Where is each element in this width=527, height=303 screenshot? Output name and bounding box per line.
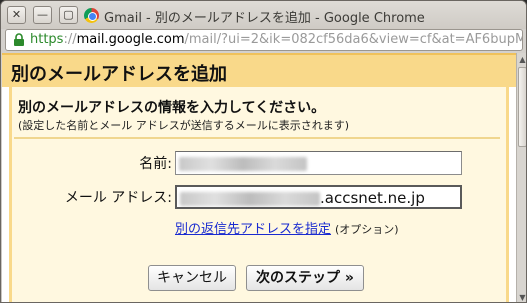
alt-reply-row: 別の返信先アドレスを指定 (オプション) (175, 218, 399, 237)
cancel-button[interactable]: キャンセル (148, 265, 236, 291)
dialog-header: 別のメールアドレスを追加 (2, 53, 516, 87)
vertical-scrollbar[interactable]: ▲ ▼ (516, 53, 526, 302)
close-window-button[interactable]: ✕ (7, 6, 26, 24)
divider (14, 137, 500, 139)
email-label: メール アドレス: (64, 190, 172, 206)
scroll-down-arrow-icon[interactable]: ▼ (518, 293, 526, 302)
dialog-content: 別のメールアドレスを追加 別のメールアドレスの情報を入力してください。 (設定し… (2, 53, 516, 302)
next-step-button[interactable]: 次のステップ » (246, 265, 364, 291)
chrome-logo-icon (84, 8, 99, 23)
browser-window: ✕ — ▢ Gmail - 別のメールアドレスを追加 - Google Chro… (0, 0, 527, 303)
scroll-thumb[interactable] (518, 67, 526, 147)
optional-note: (オプション) (335, 223, 399, 236)
url-host: mail.google.com (76, 32, 185, 47)
email-field-redacted (180, 191, 320, 206)
window-title: Gmail - 別のメールアドレスを追加 - Google Chrome (104, 11, 425, 26)
name-field-redacted (179, 156, 307, 171)
alt-reply-address-link[interactable]: 別の返信先アドレスを指定 (175, 222, 331, 237)
address-bar[interactable]: https://mail.google.com/mail/?ui=2&ik=08… (5, 29, 523, 51)
maximize-window-button[interactable]: ▢ (59, 6, 78, 24)
url-scheme: https (30, 32, 64, 47)
form-subhead: 別のメールアドレスの情報を入力してください。 (18, 100, 326, 116)
email-field[interactable]: .accsnet.ne.jp (175, 185, 462, 209)
dialog-title: 別のメールアドレスを追加 (11, 64, 227, 85)
scroll-up-arrow-icon[interactable]: ▲ (518, 55, 526, 64)
name-label: 名前: (139, 156, 172, 172)
form-note: (設定した名前とメール アドレスが送信するメールに表示されます) (18, 119, 350, 132)
url-text[interactable]: https://mail.google.com/mail/?ui=2&ik=08… (30, 32, 523, 47)
email-domain-text: .accsnet.ne.jp (320, 189, 425, 207)
name-field[interactable] (175, 151, 462, 175)
url-path: /mail/?ui=2&ik=082cf56da6&view=cf&at=AF6… (184, 32, 523, 47)
minimize-window-button[interactable]: — (33, 6, 52, 24)
title-bar: ✕ — ▢ Gmail - 別のメールアドレスを追加 - Google Chro… (1, 1, 526, 29)
lock-icon (14, 33, 24, 46)
url-scheme-separator: :// (63, 32, 77, 47)
